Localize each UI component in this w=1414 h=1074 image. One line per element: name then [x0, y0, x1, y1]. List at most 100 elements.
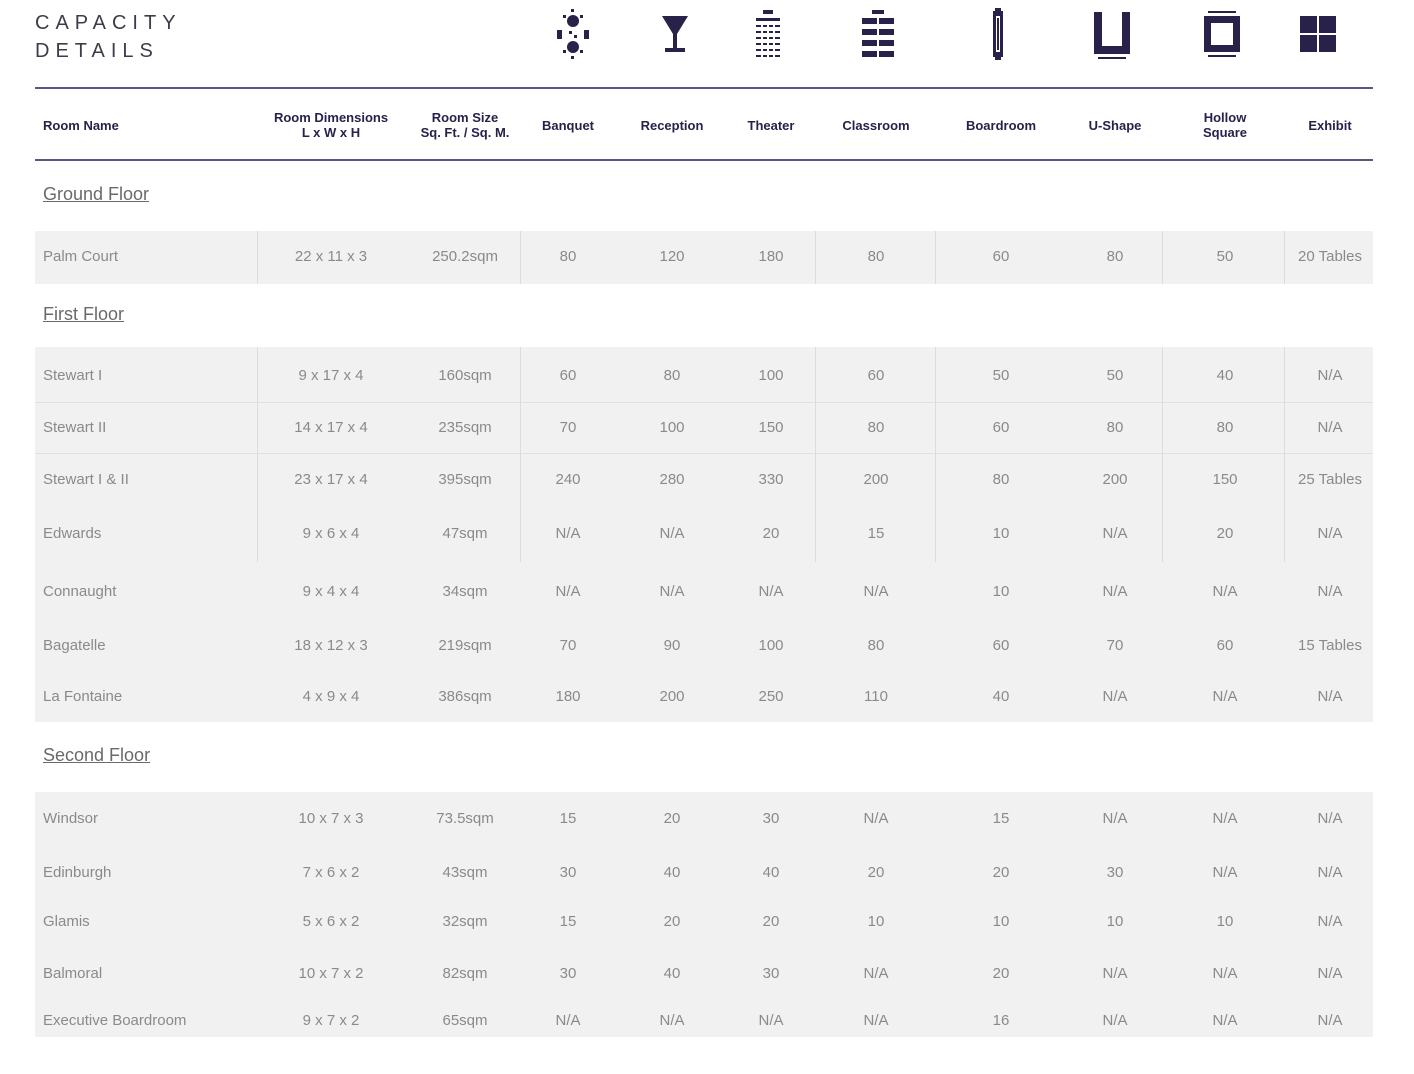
room-name-cell: Balmoral — [43, 965, 103, 982]
table-cell: N/A — [1212, 1012, 1238, 1029]
table-cell: 10 — [867, 913, 885, 930]
table-header: Room Name Room Dimensions L x W x H Room S… — [35, 90, 1373, 160]
column-divider — [520, 231, 521, 284]
table-cell: 9 x 6 x 4 — [302, 525, 360, 542]
floor-heading: Ground Floor — [43, 184, 150, 204]
table-cell: 50 — [1216, 248, 1234, 265]
table-cell: N/A — [1317, 810, 1343, 827]
table-cell: 10 — [1106, 913, 1124, 930]
theater-icon — [756, 10, 780, 58]
table-cell: 160sqm — [438, 367, 492, 384]
column-divider — [257, 347, 258, 562]
table-cell: 5 x 6 x 2 — [302, 913, 360, 930]
table-cell: 150 — [1212, 471, 1238, 488]
table-cell: 60 — [992, 637, 1010, 654]
table-cell: 47sqm — [442, 525, 488, 542]
table-cell: N/A — [1317, 525, 1343, 542]
classroom-icon — [862, 10, 894, 59]
table-cell: 30 — [762, 810, 780, 827]
floor-heading: First Floor — [43, 304, 124, 324]
table-cell: 20 — [663, 810, 681, 827]
table-cell: N/A — [863, 583, 889, 600]
table-cell: 60 — [559, 367, 577, 384]
table-cell: 80 — [663, 367, 681, 384]
table-cell: N/A — [758, 583, 784, 600]
table-cell: N/A — [555, 1012, 581, 1029]
table-cell: N/A — [1317, 1012, 1343, 1029]
table-cell: N/A — [863, 965, 889, 982]
table-cell: 10 — [992, 583, 1010, 600]
table-cell: N/A — [1317, 583, 1343, 600]
table-cell: 30 — [559, 965, 577, 982]
table-cell: 80 — [1216, 419, 1234, 436]
table-cell: 15 — [559, 810, 577, 827]
table-cell: N/A — [1212, 965, 1238, 982]
table-cell: 70 — [1106, 637, 1124, 654]
table-cell: 20 — [663, 913, 681, 930]
floor-band — [35, 347, 1373, 722]
table-cell: 73.5sqm — [436, 810, 494, 827]
table-cell: N/A — [659, 1012, 685, 1029]
table-cell: 9 x 7 x 2 — [302, 1012, 360, 1029]
table-cell: 100 — [758, 367, 784, 384]
header-room-size: Room Size Sq. Ft. / Sq. M. — [420, 110, 510, 140]
table-cell: 32sqm — [442, 913, 488, 930]
boardroom-icon — [993, 8, 1003, 60]
table-cell: 82sqm — [442, 965, 488, 982]
table-cell: 395sqm — [438, 471, 492, 488]
table-cell: N/A — [1102, 965, 1128, 982]
table-cell: 40 — [762, 864, 780, 881]
table-cell: 80 — [1106, 248, 1124, 265]
reception-icon — [662, 16, 688, 52]
table-cell: 15 — [867, 525, 885, 542]
table-cell: 30 — [559, 864, 577, 881]
table-cell: 40 — [992, 688, 1010, 705]
table-cell: 40 — [663, 965, 681, 982]
table-cell: 80 — [867, 248, 885, 265]
table-cell: 23 x 17 x 4 — [294, 471, 368, 488]
column-divider — [815, 347, 816, 562]
table-cell: 15 Tables — [1298, 637, 1362, 654]
table-cell: 25 Tables — [1298, 471, 1362, 488]
title-line-1: CAPACITY — [35, 12, 182, 34]
table-cell: N/A — [863, 1012, 889, 1029]
header-theater: Theater — [747, 117, 795, 133]
header-banquet: Banquet — [542, 117, 594, 133]
table-cell: 10 x 7 x 2 — [298, 965, 364, 982]
table-cell: 34sqm — [442, 583, 488, 600]
table-cell: 65sqm — [442, 1012, 488, 1029]
table-cell: N/A — [1212, 864, 1238, 881]
room-name-cell: Glamis — [43, 913, 90, 930]
table-cell: 14 x 17 x 4 — [294, 419, 368, 436]
header-classroom: Classroom — [842, 117, 910, 133]
room-name-cell: Executive Boardroom — [43, 1012, 187, 1029]
room-name-cell: Connaught — [43, 583, 117, 600]
header-bottom-rule — [35, 159, 1373, 161]
column-divider — [1162, 231, 1163, 284]
header-room-name: Room Name — [43, 117, 119, 133]
table-cell: N/A — [1317, 965, 1343, 982]
u-shape-icon — [1094, 12, 1130, 59]
column-divider — [257, 231, 258, 284]
room-name-cell: Edinburgh — [43, 864, 112, 881]
table-cell: N/A — [1317, 864, 1343, 881]
table-cell: N/A — [1102, 583, 1128, 600]
table-cell: 20 — [992, 864, 1010, 881]
table-cell: 30 — [762, 965, 780, 982]
table-cell: N/A — [659, 583, 685, 600]
table-cell: 60 — [992, 248, 1010, 265]
table-cell: N/A — [1102, 1012, 1128, 1029]
table-cell: 219sqm — [438, 637, 492, 654]
room-name-cell: Bagatelle — [43, 637, 106, 654]
room-name-cell: La Fontaine — [43, 688, 123, 705]
table-cell: N/A — [1102, 525, 1128, 542]
table-cell: 235sqm — [438, 419, 492, 436]
room-name-cell: Stewart I & II — [43, 471, 129, 488]
page-title: CAPACITY DETAILS — [35, 9, 182, 65]
table-cell: 80 — [559, 248, 577, 265]
table-cell: N/A — [1317, 419, 1343, 436]
banquet-icon — [557, 9, 589, 59]
table-cell: 80 — [992, 471, 1010, 488]
table-cell: 50 — [1106, 367, 1124, 384]
table-cell: 20 — [867, 864, 885, 881]
